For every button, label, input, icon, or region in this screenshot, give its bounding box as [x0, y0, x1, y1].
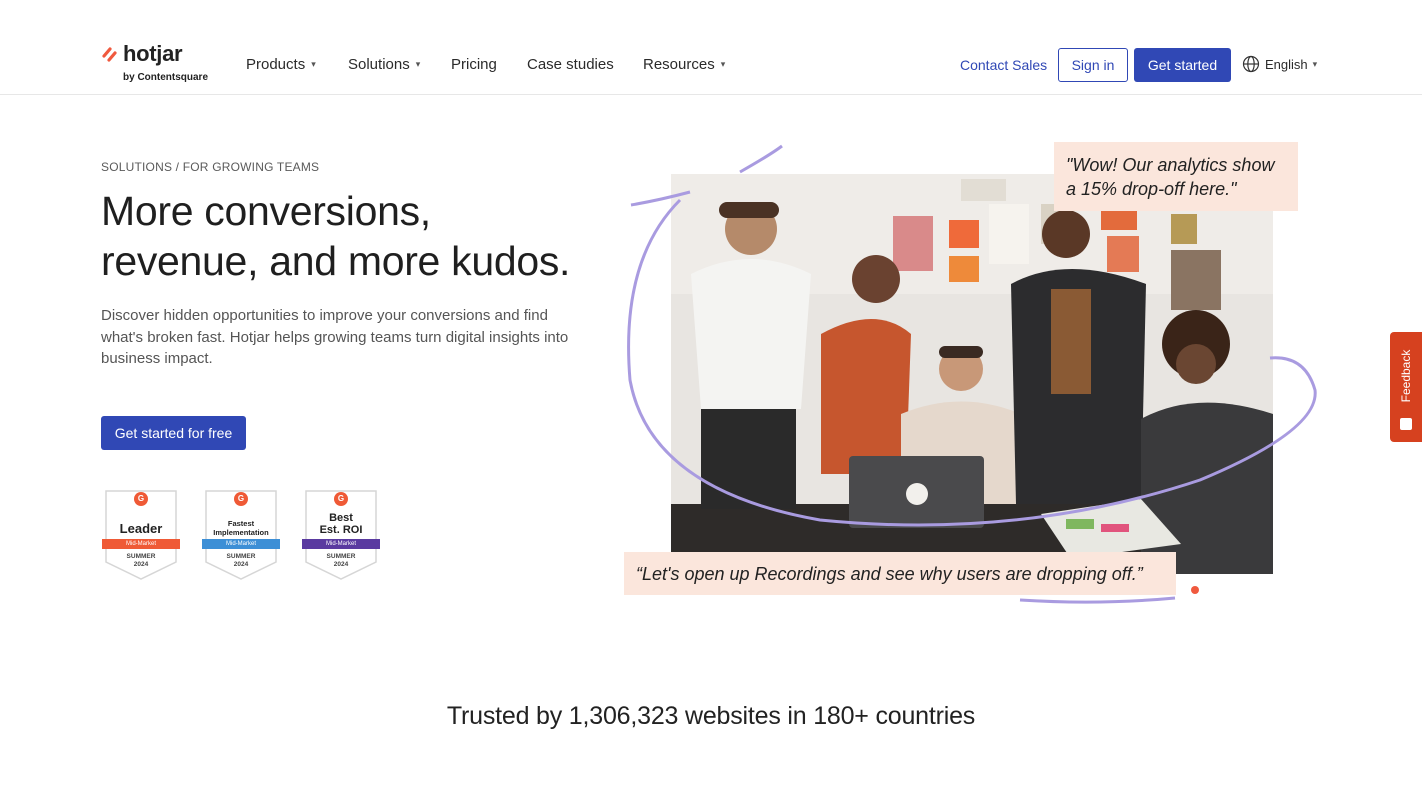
site-header: hotjar by Contentsquare Products ▾ Solut…	[0, 0, 1422, 95]
badge-segment: Mid-Market	[125, 541, 156, 547]
trusted-by-heading: Trusted by 1,306,323 websites in 180+ co…	[446, 702, 976, 730]
chevron-down-icon: ▾	[415, 59, 421, 69]
badge-season: SUMMER 2024	[126, 553, 156, 568]
nav-solutions[interactable]: Solutions ▾	[348, 56, 420, 73]
nav-label: Products	[246, 56, 306, 73]
badge-title: Fastest Implementation	[213, 519, 269, 537]
g2-logo-icon: G	[237, 494, 245, 503]
logo-wordmark: hotjar	[123, 41, 183, 66]
badge-title: Best Est. ROI	[319, 512, 363, 536]
feedback-icon	[1400, 418, 1412, 430]
nav-products[interactable]: Products ▾	[246, 56, 316, 73]
hero-title-line: More conversions,	[101, 188, 431, 234]
hotjar-mark-icon	[102, 47, 117, 62]
nav-resources[interactable]: Resources ▾	[643, 56, 725, 73]
globe-icon	[1242, 55, 1260, 73]
feedback-label: Feedback	[1399, 349, 1413, 403]
get-started-free-button[interactable]: Get started for free	[101, 416, 246, 450]
sign-in-button[interactable]: Sign in	[1058, 48, 1128, 82]
accent-dot	[1191, 586, 1199, 594]
language-selector[interactable]: English ▾	[1242, 55, 1317, 73]
g2-logo-icon: G	[137, 494, 145, 503]
chevron-down-icon: ▾	[311, 59, 316, 69]
chevron-down-icon: ▾	[720, 59, 726, 69]
get-started-button[interactable]: Get started	[1134, 48, 1231, 82]
g2-badge-leader: G Leader Mid-Market SUMMER 2024	[102, 490, 180, 580]
badge-season: SUMMER 2024	[326, 553, 356, 568]
hotjar-logo[interactable]: hotjar by Contentsquare	[101, 41, 221, 86]
hero-title: More conversions, revenue, and more kudo…	[101, 186, 621, 286]
language-label: English	[1265, 56, 1308, 72]
logo-byline: by Contentsquare	[123, 72, 209, 83]
nav-label: Solutions	[348, 56, 410, 73]
feedback-tab[interactable]: Feedback	[1390, 332, 1422, 442]
g2-logo-icon: G	[337, 494, 345, 503]
nav-label: Case studies	[527, 56, 614, 73]
quote-bubble-recordings: “Let's open up Recordings and see why us…	[624, 552, 1176, 595]
badge-segment: Mid-Market	[225, 541, 256, 547]
nav-case-studies[interactable]: Case studies	[527, 56, 614, 73]
breadcrumb: SOLUTIONS / FOR GROWING TEAMS	[101, 160, 320, 174]
chevron-down-icon: ▾	[1312, 58, 1318, 69]
hero-description: Discover hidden opportunities to improve…	[101, 307, 569, 367]
contact-sales-link[interactable]: Contact Sales	[960, 57, 1047, 73]
nav-label: Resources	[643, 56, 715, 73]
g2-badge-best-est-roi: G Best Est. ROI Mid-Market SUMMER 2024	[302, 490, 380, 580]
nav-label: Pricing	[451, 56, 497, 73]
g2-badge-fastest-implementation: G Fastest Implementation Mid-Market SUMME…	[202, 490, 280, 580]
quote-bubble-analytics: "Wow! Our analytics show a 15% drop-off …	[1054, 142, 1298, 211]
badge-title: Leader	[119, 521, 163, 536]
nav-pricing[interactable]: Pricing	[451, 56, 497, 73]
hero-title-line: revenue, and more kudos.	[101, 238, 571, 284]
badge-segment: Mid-Market	[325, 541, 356, 547]
badge-season: SUMMER 2024	[226, 553, 256, 568]
